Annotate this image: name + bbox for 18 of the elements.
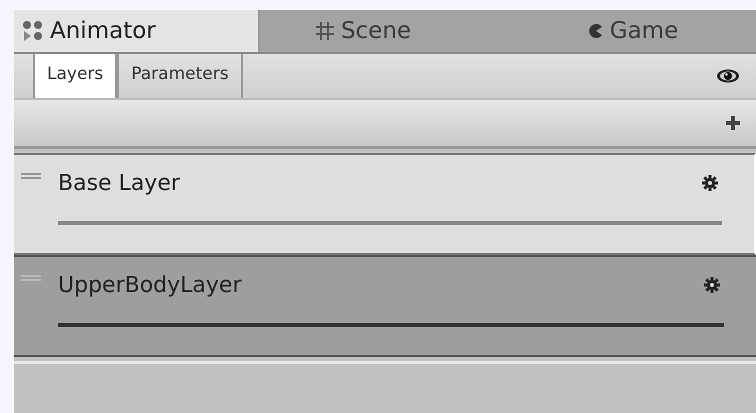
layer-row[interactable]: Base Layer — [14, 153, 756, 255]
gear-icon[interactable] — [702, 175, 718, 191]
add-icon[interactable] — [726, 116, 740, 130]
drag-handle-icon[interactable] — [21, 173, 41, 179]
layer-name: UpperBodyLayer — [58, 272, 242, 298]
layer-name: Base Layer — [58, 170, 180, 196]
eye-icon[interactable] — [716, 68, 740, 84]
window-tab[interactable]: Game — [506, 10, 752, 52]
nodes-icon — [22, 20, 44, 42]
tab[interactable]: Layers — [33, 54, 118, 98]
pacman-icon — [588, 23, 604, 39]
window-tab[interactable]: Scene — [260, 10, 506, 52]
gear-icon[interactable] — [704, 277, 720, 293]
tab[interactable]: Parameters — [117, 54, 243, 98]
drag-handle-icon[interactable] — [21, 275, 41, 281]
grid-icon — [314, 21, 335, 41]
layer-row[interactable]: UpperBodyLayer — [14, 255, 756, 357]
window-tab[interactable]: Animator — [14, 10, 260, 52]
